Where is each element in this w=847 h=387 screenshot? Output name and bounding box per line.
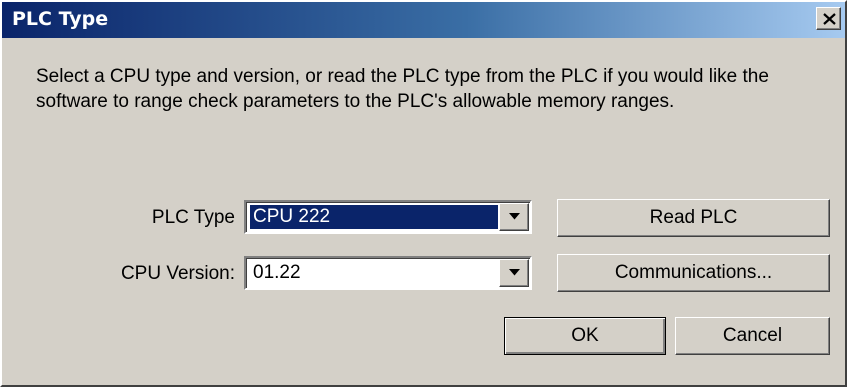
close-icon xyxy=(823,13,836,25)
chevron-down-icon xyxy=(509,213,520,220)
cpu-version-dropdown-button[interactable] xyxy=(499,259,529,287)
plc-type-label: PLC Type xyxy=(151,207,235,228)
plc-type-dialog: PLC Type Select a CPU type and version, … xyxy=(0,0,847,387)
ok-button[interactable]: OK xyxy=(504,317,666,355)
dialog-title: PLC Type xyxy=(12,8,109,30)
close-button[interactable] xyxy=(816,7,841,30)
cpu-version-dropdown[interactable]: 01.22 xyxy=(244,256,532,290)
communications-button[interactable]: Communications... xyxy=(557,254,830,292)
chevron-down-icon xyxy=(509,269,520,276)
cpu-version-label: CPU Version: xyxy=(120,263,235,284)
plc-type-selected-value: CPU 222 xyxy=(250,205,498,229)
plc-type-dropdown-button[interactable] xyxy=(499,203,529,231)
description-text: Select a CPU type and version, or read t… xyxy=(36,66,769,112)
cancel-button[interactable]: Cancel xyxy=(675,317,830,355)
cpu-version-value: 01.22 xyxy=(253,262,301,283)
title-bar[interactable]: PLC Type xyxy=(2,2,845,38)
plc-type-dropdown[interactable]: CPU 222 xyxy=(244,200,532,234)
read-plc-button[interactable]: Read PLC xyxy=(557,199,830,237)
